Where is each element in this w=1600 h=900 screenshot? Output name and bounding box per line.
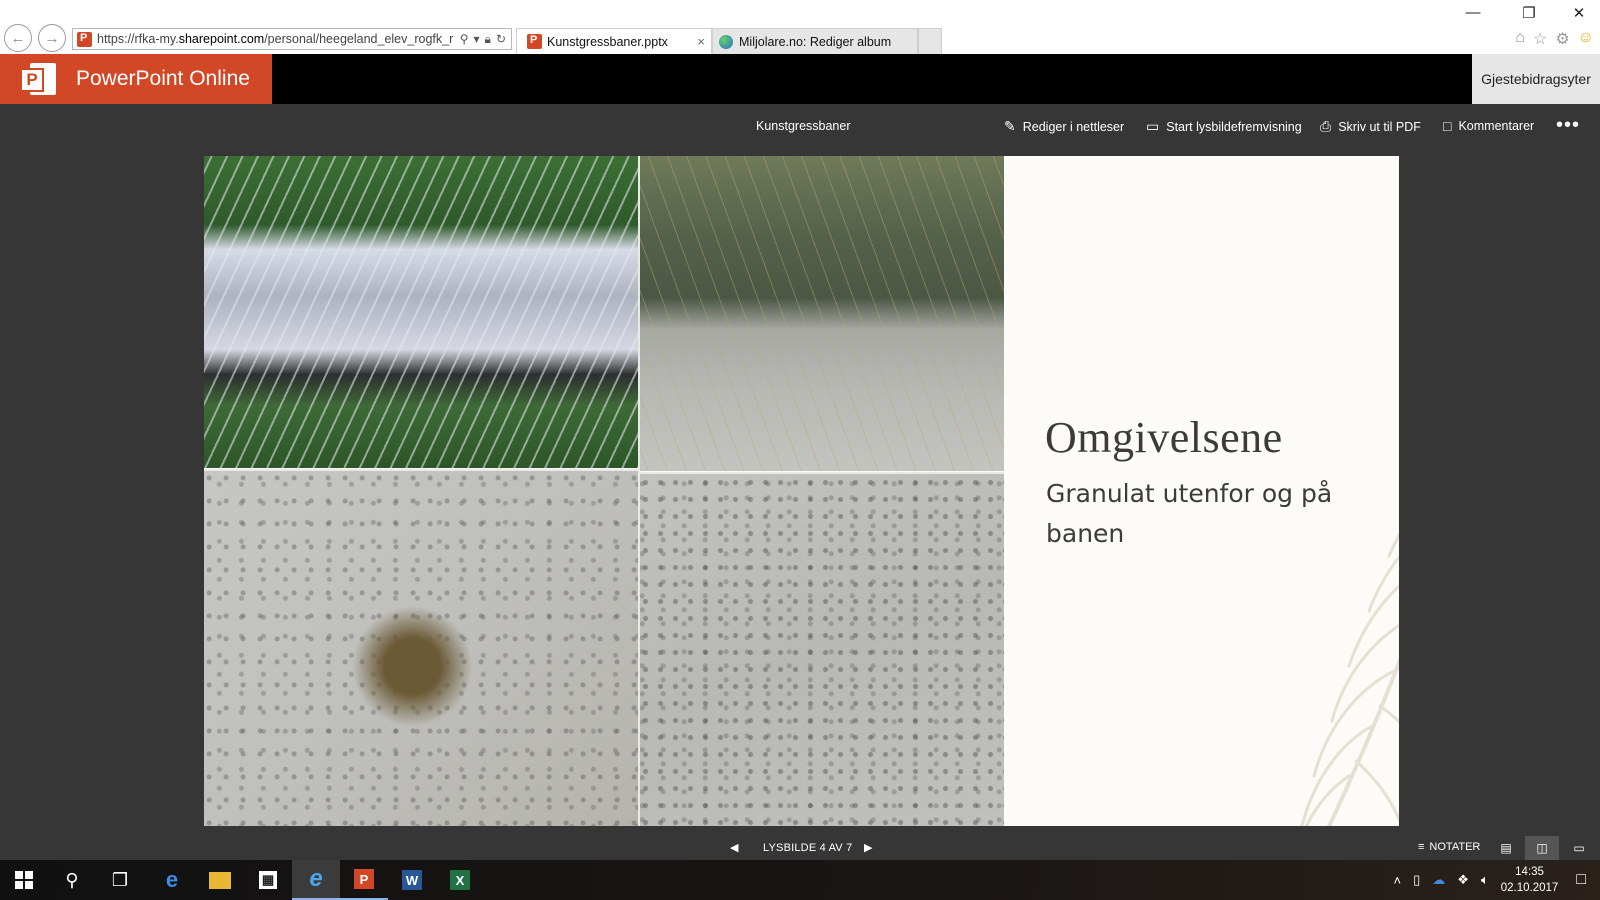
- gear-icon[interactable]: ⚙: [1555, 29, 1569, 49]
- home-icon[interactable]: ⌂: [1515, 29, 1525, 49]
- minimize-icon[interactable]: —: [1458, 4, 1488, 21]
- photo-granulate-ground: [638, 474, 1004, 826]
- printer-icon: ⎙: [1320, 118, 1332, 134]
- clock-time: 14:35: [1515, 866, 1544, 878]
- start-slideshow-button[interactable]: ▭ Start lysbildefremvisning: [1146, 118, 1302, 135]
- forward-arrow-icon[interactable]: →: [38, 24, 66, 52]
- globe-icon: [719, 34, 733, 49]
- url-path: /personal/heegeland_elev_rogfk_r: [264, 32, 454, 46]
- app-header: P PowerPoint Online Gjestebidragsyter: [0, 54, 1600, 104]
- photo-turf-edge: [638, 156, 1004, 471]
- more-options-icon[interactable]: •••: [1556, 114, 1580, 137]
- tab-label: Kunstgressbaner.pptx: [547, 34, 668, 49]
- url-text: https://rfka-my.sharepoint.com/personal/…: [97, 32, 455, 46]
- url-host: sharepoint.com: [178, 32, 265, 46]
- print-to-pdf-button[interactable]: ⎙ Skriv ut til PDF: [1320, 118, 1421, 135]
- guest-contributor-button[interactable]: Gjestebidragsyter: [1472, 54, 1600, 104]
- powerpoint-logo-icon: P: [20, 61, 56, 97]
- slide-title: Omgivelsene: [1045, 413, 1283, 462]
- close-icon[interactable]: ×: [697, 34, 705, 49]
- tab-label: Miljolare.no: Rediger album: [739, 34, 892, 49]
- battery-icon[interactable]: ▯: [1413, 872, 1420, 888]
- edit-in-browser-button[interactable]: ✎ Rediger i nettleser: [1004, 118, 1124, 135]
- clock[interactable]: 14:35 02.10.2017: [1501, 864, 1559, 896]
- start-button[interactable]: [0, 860, 48, 900]
- normal-view-icon[interactable]: ▤: [1489, 836, 1523, 860]
- browser-chrome: ← → https://rfka-my.sharepoint.com/perso…: [0, 0, 1600, 54]
- document-title: Kunstgressbaner: [756, 119, 851, 133]
- feather-decoration-icon: [1244, 336, 1399, 826]
- onedrive-icon[interactable]: ☁: [1432, 872, 1445, 888]
- command-bar: Kunstgressbaner ✎ Rediger i nettleser ▭ …: [0, 104, 1600, 150]
- system-tray: ˄ ▯ ☁ ❖ 🔈︎ 14:35 02.10.2017 □: [1394, 860, 1600, 900]
- logo-letter: P: [20, 68, 44, 92]
- url-prefix: https://rfka-my.: [97, 32, 179, 46]
- file-explorer-icon[interactable]: [196, 860, 244, 900]
- address-bar[interactable]: https://rfka-my.sharepoint.com/personal/…: [72, 28, 512, 50]
- photo-divider: [638, 156, 640, 826]
- new-tab-button[interactable]: [918, 28, 942, 54]
- presentation-icon: ▭: [1146, 118, 1160, 134]
- photo-granulate-with-weed: [204, 471, 638, 826]
- windows-logo-icon: [15, 871, 33, 889]
- slideshow-label: Start lysbildefremvisning: [1166, 119, 1302, 134]
- slideshow-view-icon[interactable]: ▭: [1562, 836, 1596, 860]
- back-arrow-icon[interactable]: ←: [4, 24, 32, 52]
- notes-label: NOTATER: [1429, 841, 1481, 853]
- notes-icon: ≡: [1418, 841, 1425, 853]
- status-bar: ◀ LYSBILDE 4 AV 7 ▶ ≡ NOTATER ▤ ◫ ▭: [0, 836, 1600, 860]
- edit-label: Rediger i nettleser: [1022, 119, 1125, 134]
- reading-view-icon[interactable]: ◫: [1525, 836, 1559, 860]
- volume-icon[interactable]: 🔈︎: [1481, 872, 1489, 888]
- edge-icon[interactable]: e: [148, 860, 196, 900]
- comments-button[interactable]: □ Kommentarer: [1443, 118, 1534, 134]
- windows-taskbar: ⚲ ❐ e ▦ e P W X ˄ ▯ ☁ ❖ 🔈︎ 14:35 02.10.2…: [0, 860, 1600, 900]
- excel-icon[interactable]: X: [436, 860, 484, 900]
- lock-icon[interactable]: 🔒︎: [485, 32, 491, 47]
- internet-explorer-icon[interactable]: e: [292, 860, 340, 900]
- app-brand[interactable]: P PowerPoint Online: [0, 54, 272, 104]
- powerpoint-favicon-icon: [527, 34, 542, 49]
- notes-button[interactable]: ≡ NOTATER: [1418, 841, 1480, 853]
- photo-divider: [638, 472, 1004, 474]
- clock-date: 02.10.2017: [1500, 882, 1559, 894]
- app-title: PowerPoint Online: [76, 67, 250, 90]
- word-icon[interactable]: W: [388, 860, 436, 900]
- task-view-icon[interactable]: ❐: [96, 860, 144, 900]
- print-label: Skriv ut til PDF: [1338, 119, 1421, 134]
- powerpoint-icon[interactable]: P: [340, 860, 388, 900]
- chevron-up-icon[interactable]: ˄: [1394, 873, 1402, 888]
- star-icon[interactable]: ☆: [1533, 29, 1547, 49]
- tab-kunstgressbaner[interactable]: Kunstgressbaner.pptx ×: [516, 28, 712, 54]
- wifi-icon[interactable]: ❖: [1457, 872, 1469, 888]
- comments-label: Kommentarer: [1458, 119, 1535, 133]
- restore-icon[interactable]: ❐: [1514, 4, 1544, 22]
- chevron-down-icon[interactable]: ▾: [474, 32, 480, 47]
- refresh-icon[interactable]: ↻: [496, 32, 506, 47]
- slide-counter: LYSBILDE 4 AV 7: [763, 842, 853, 854]
- action-center-icon[interactable]: □: [1576, 871, 1586, 889]
- close-window-icon[interactable]: ✕: [1564, 4, 1594, 22]
- slide-canvas[interactable]: Omgivelsene Granulat utenfor og på banen: [204, 156, 1399, 826]
- smiley-icon[interactable]: ☺: [1578, 29, 1594, 49]
- photo-artificial-turf-line: [204, 156, 638, 468]
- pencil-icon: ✎: [1004, 118, 1016, 134]
- search-icon[interactable]: ⚲: [48, 860, 96, 900]
- photo-divider: [204, 469, 638, 471]
- next-slide-icon[interactable]: ▶: [864, 841, 872, 854]
- powerpoint-favicon-icon: [77, 31, 92, 47]
- comment-icon: □: [1443, 118, 1452, 134]
- previous-slide-icon[interactable]: ◀: [730, 841, 738, 854]
- slide-viewer: Omgivelsene Granulat utenfor og på banen: [0, 150, 1600, 836]
- search-icon[interactable]: ⚲: [460, 32, 469, 47]
- tab-miljolare[interactable]: Miljolare.no: Rediger album: [712, 28, 918, 54]
- slide-subtitle: Granulat utenfor og på banen: [1046, 479, 1333, 548]
- store-icon[interactable]: ▦: [244, 860, 292, 900]
